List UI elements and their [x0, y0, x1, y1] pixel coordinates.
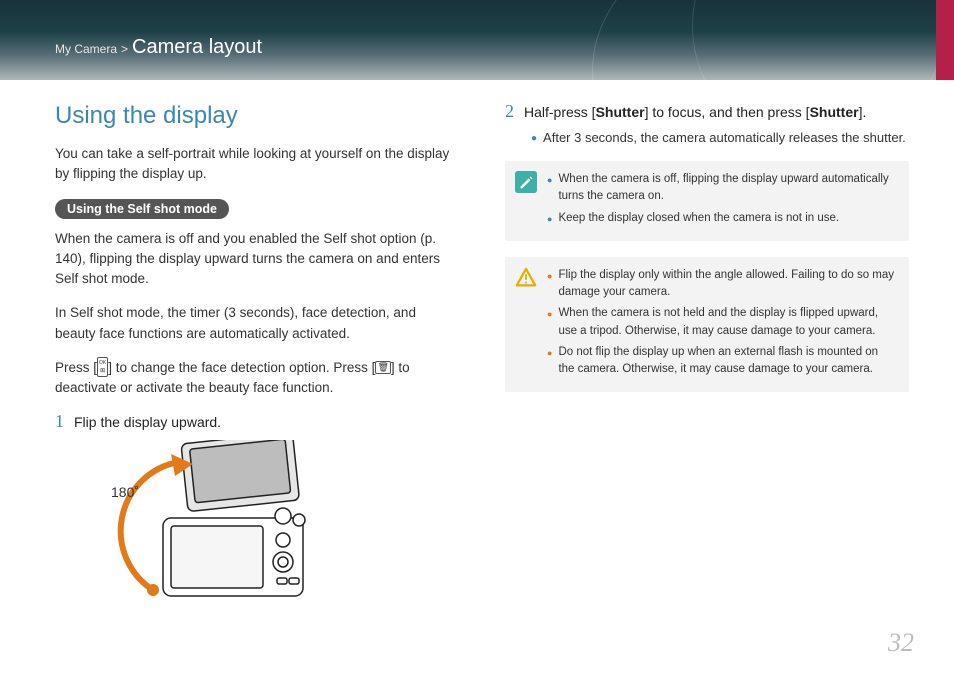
- page-number: 32: [888, 628, 914, 658]
- step-2-sub: ● After 3 seconds, the camera automatica…: [531, 130, 909, 145]
- breadcrumb-section: Camera layout: [132, 36, 262, 59]
- list-item: ●Flip the display only within the angle …: [547, 267, 897, 302]
- bullet-icon: ●: [531, 130, 537, 145]
- ok-button-icon: [97, 357, 108, 377]
- angle-label: 180˚: [111, 484, 139, 500]
- note-box-warning: ●Flip the display only within the angle …: [505, 257, 909, 393]
- page-header: My Camera > Camera layout: [0, 0, 954, 80]
- breadcrumb-separator: >: [121, 42, 128, 56]
- list-item: ●When the camera is not held and the dis…: [547, 305, 897, 340]
- camera-illustration: [95, 440, 315, 610]
- paragraph-2: In Self shot mode, the timer (3 seconds)…: [55, 303, 455, 344]
- right-column: 2 Half-press [Shutter] to focus, and the…: [505, 102, 909, 610]
- step-text: Flip the display upward.: [74, 412, 221, 430]
- step-text: Half-press [Shutter] to focus, and then …: [524, 102, 866, 120]
- camera-flip-diagram: 180˚: [95, 440, 315, 610]
- subsection-pill: Using the Self shot mode: [55, 199, 229, 219]
- step-2: 2 Half-press [Shutter] to focus, and the…: [505, 102, 909, 120]
- delete-button-icon: [375, 361, 390, 374]
- section-title: Using the display: [55, 102, 455, 130]
- list-item: ●Do not flip the display up when an exte…: [547, 344, 897, 379]
- breadcrumb-parent: My Camera: [55, 42, 117, 56]
- intro-text: You can take a self-portrait while looki…: [55, 144, 455, 185]
- left-column: Using the display You can take a self-po…: [55, 102, 455, 610]
- breadcrumb: My Camera > Camera layout: [55, 20, 954, 59]
- paragraph-1: When the camera is off and you enabled t…: [55, 229, 455, 290]
- warning-list: ●Flip the display only within the angle …: [547, 267, 897, 379]
- sub-text: After 3 seconds, the camera automaticall…: [543, 130, 906, 145]
- note-box-info: ●When the camera is off, flipping the di…: [505, 161, 909, 241]
- accent-bar: [936, 0, 954, 80]
- list-item: ●Keep the display closed when the camera…: [547, 210, 897, 227]
- paragraph-3: Press [] to change the face detection op…: [55, 358, 455, 399]
- warning-icon: [515, 267, 537, 289]
- pencil-icon: [515, 171, 537, 193]
- step-number: 2: [505, 102, 514, 120]
- step-number: 1: [55, 412, 64, 430]
- content-area: Using the display You can take a self-po…: [0, 80, 954, 610]
- step-1: 1 Flip the display upward.: [55, 412, 455, 430]
- list-item: ●When the camera is off, flipping the di…: [547, 171, 897, 206]
- note-list: ●When the camera is off, flipping the di…: [547, 171, 897, 227]
